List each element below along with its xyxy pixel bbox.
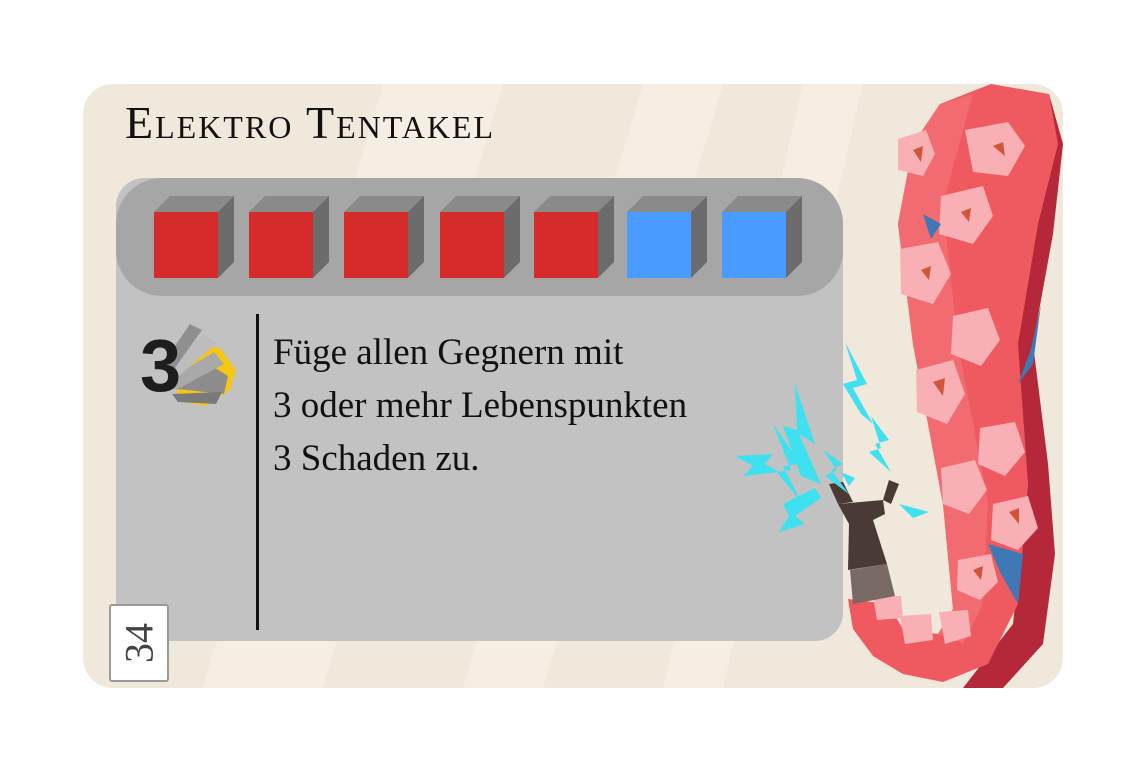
action-card[interactable]: Elektro Tentakel 3 Füge allen Gegnern mi…: [83, 84, 1063, 688]
electric-tentacle-illustration: [735, 84, 1063, 688]
